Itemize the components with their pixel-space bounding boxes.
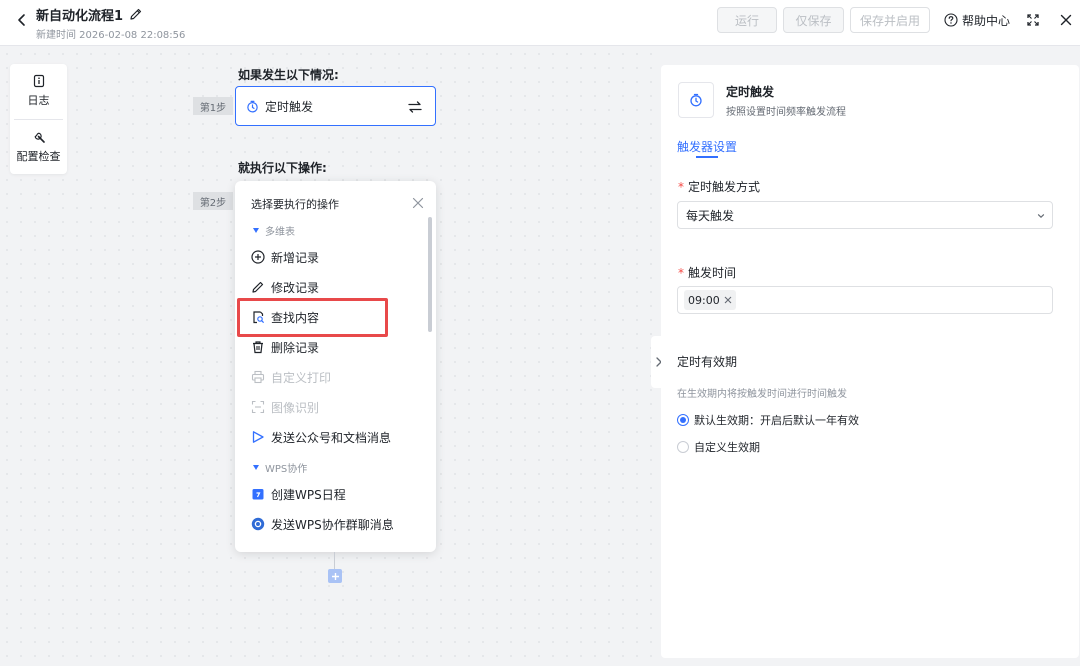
tag-close-icon[interactable] bbox=[724, 296, 732, 304]
menu-item-label: 图像识别 bbox=[271, 400, 320, 415]
menu-item-add-record[interactable]: 新增记录 bbox=[251, 246, 319, 268]
plus-circle-icon bbox=[251, 250, 265, 264]
edit-pencil-icon[interactable] bbox=[129, 7, 143, 21]
radio-custom-validity[interactable]: 自定义生效期 bbox=[677, 439, 760, 455]
trigger-mode-value: 每天触发 bbox=[686, 208, 735, 223]
time-tag-value: 09:00 bbox=[688, 293, 720, 307]
menu-item-label: 删除记录 bbox=[271, 340, 320, 355]
menu-scrollbar[interactable] bbox=[428, 217, 432, 332]
swap-icon[interactable] bbox=[407, 99, 423, 115]
fullscreen-icon[interactable] bbox=[1025, 12, 1041, 28]
created-time: 新建时间 2026-02-08 22:08:56 bbox=[36, 30, 186, 41]
help-center-link[interactable]: 帮助中心 bbox=[944, 11, 1010, 29]
calendar-icon bbox=[252, 489, 264, 500]
connector-line bbox=[334, 552, 335, 569]
menu-item-send-wps-chat[interactable]: 发送WPS协作群聊消息 bbox=[251, 513, 394, 535]
wrench-icon bbox=[34, 132, 45, 143]
menu-item-label: 新增记录 bbox=[271, 250, 320, 265]
trigger-time-label: * 触发时间 bbox=[678, 264, 736, 281]
tool-panel: 日志 配置检查 bbox=[10, 64, 67, 174]
caret-down-icon bbox=[253, 228, 259, 233]
help-center-label: 帮助中心 bbox=[962, 13, 1011, 28]
group-header[interactable]: 多维表 bbox=[253, 223, 295, 238]
time-tag: 09:00 bbox=[684, 290, 736, 310]
search-doc-icon bbox=[253, 311, 264, 324]
help-circle-icon bbox=[944, 13, 958, 27]
chevron-down-icon bbox=[1037, 214, 1045, 219]
group-label: 多维表 bbox=[265, 227, 295, 238]
trigger-label: 定时触发 bbox=[265, 99, 314, 114]
trigger-settings-panel: 定时触发 按照设置时间频率触发流程 触发器设置 * 定时触发方式 每天触发 * 触发… bbox=[661, 65, 1079, 658]
config-check-label: 配置检查 bbox=[16, 150, 61, 163]
trigger-mode-label: * 定时触发方式 bbox=[678, 178, 760, 195]
config-check-tool[interactable]: 配置检查 bbox=[10, 120, 67, 174]
menu-item-delete-record[interactable]: 删除记录 bbox=[251, 336, 319, 358]
log-tool[interactable]: 日志 bbox=[10, 64, 67, 118]
back-arrow-icon[interactable] bbox=[14, 12, 30, 28]
trigger-mode-select[interactable]: 每天触发 bbox=[677, 201, 1053, 229]
trigger-time-input[interactable]: 09:00 bbox=[677, 286, 1053, 314]
then-section-label: 就执行以下操作: bbox=[238, 161, 327, 175]
trash-icon bbox=[253, 341, 263, 354]
if-section-label: 如果发生以下情况: bbox=[238, 68, 339, 82]
action-menu: 选择要执行的操作 多维表 新增记录 修改记录 查找内容 删除记录 自定义打印 图… bbox=[235, 181, 436, 552]
add-step-button[interactable] bbox=[328, 569, 342, 583]
timer-icon bbox=[690, 93, 702, 107]
action-menu-title: 选择要执行的操作 bbox=[251, 198, 339, 211]
close-icon[interactable] bbox=[1058, 12, 1074, 28]
tab-trigger-settings[interactable]: 触发器设置 bbox=[677, 138, 737, 155]
run-button[interactable]: 运行 bbox=[717, 7, 777, 33]
step2-tag: 第2步 bbox=[193, 192, 233, 210]
trigger-mode-label-text: 定时触发方式 bbox=[688, 180, 761, 194]
active-tab-indicator bbox=[696, 156, 718, 158]
menu-item-label: 自定义打印 bbox=[271, 370, 332, 385]
radio-label: 自定义生效期 bbox=[694, 441, 760, 454]
menu-item-image-recognition: 图像识别 bbox=[251, 396, 319, 418]
validity-description: 在生效期内将按触发时间进行时间触发 bbox=[677, 389, 847, 400]
trigger-type-icon-box bbox=[678, 82, 714, 118]
menu-item-edit-record[interactable]: 修改记录 bbox=[251, 276, 319, 298]
log-label: 日志 bbox=[27, 94, 50, 107]
pencil-icon bbox=[252, 281, 264, 293]
menu-item-find-content[interactable]: 查找内容 bbox=[251, 306, 319, 328]
radio-label: 默认生效期：开启后默认一年有效 bbox=[694, 414, 859, 427]
close-icon[interactable] bbox=[412, 197, 424, 209]
printer-icon bbox=[251, 370, 265, 384]
menu-item-send-message[interactable]: 发送公众号和文档消息 bbox=[251, 426, 391, 448]
menu-item-label: 查找内容 bbox=[271, 310, 320, 325]
plus-icon bbox=[331, 572, 339, 580]
radio-default-validity[interactable]: 默认生效期：开启后默认一年有效 bbox=[677, 412, 859, 428]
menu-item-custom-print: 自定义打印 bbox=[251, 366, 331, 388]
timer-icon bbox=[247, 100, 258, 112]
radio-unchecked-icon bbox=[677, 441, 689, 453]
page-title: 新自动化流程1 bbox=[36, 8, 124, 24]
menu-item-create-wps-schedule[interactable]: 创建WPS日程 bbox=[251, 483, 346, 505]
panel-title: 定时触发 bbox=[726, 85, 775, 99]
menu-item-label: 发送公众号和文档消息 bbox=[271, 430, 392, 445]
menu-item-label: 修改记录 bbox=[271, 280, 320, 295]
group-header[interactable]: WPS协作 bbox=[253, 460, 307, 475]
trigger-card[interactable]: 定时触发 bbox=[235, 86, 436, 126]
panel-description: 按照设置时间频率触发流程 bbox=[726, 107, 846, 118]
trigger-time-label-text: 触发时间 bbox=[688, 266, 737, 280]
top-bar: 新自动化流程1 新建时间 2026-02-08 22:08:56 运行 仅保存 … bbox=[0, 0, 1080, 46]
scan-icon bbox=[251, 400, 265, 414]
title-block: 新自动化流程1 新建时间 2026-02-08 22:08:56 bbox=[36, 4, 186, 42]
menu-item-label: 创建WPS日程 bbox=[271, 487, 346, 502]
send-icon bbox=[252, 431, 264, 443]
required-mark: * bbox=[678, 180, 684, 194]
chat-icon bbox=[251, 517, 265, 531]
save-and-enable-button[interactable]: 保存并启用 bbox=[850, 7, 930, 33]
caret-down-icon bbox=[253, 465, 259, 470]
group-label: WPS协作 bbox=[265, 464, 308, 475]
required-mark: * bbox=[678, 266, 684, 280]
radio-checked-icon bbox=[677, 414, 689, 426]
validity-title: 定时有效期 bbox=[677, 355, 738, 369]
log-doc-icon bbox=[33, 74, 44, 88]
step1-tag: 第1步 bbox=[193, 97, 233, 115]
menu-item-label: 发送WPS协作群聊消息 bbox=[271, 517, 394, 532]
save-button[interactable]: 仅保存 bbox=[783, 7, 844, 33]
